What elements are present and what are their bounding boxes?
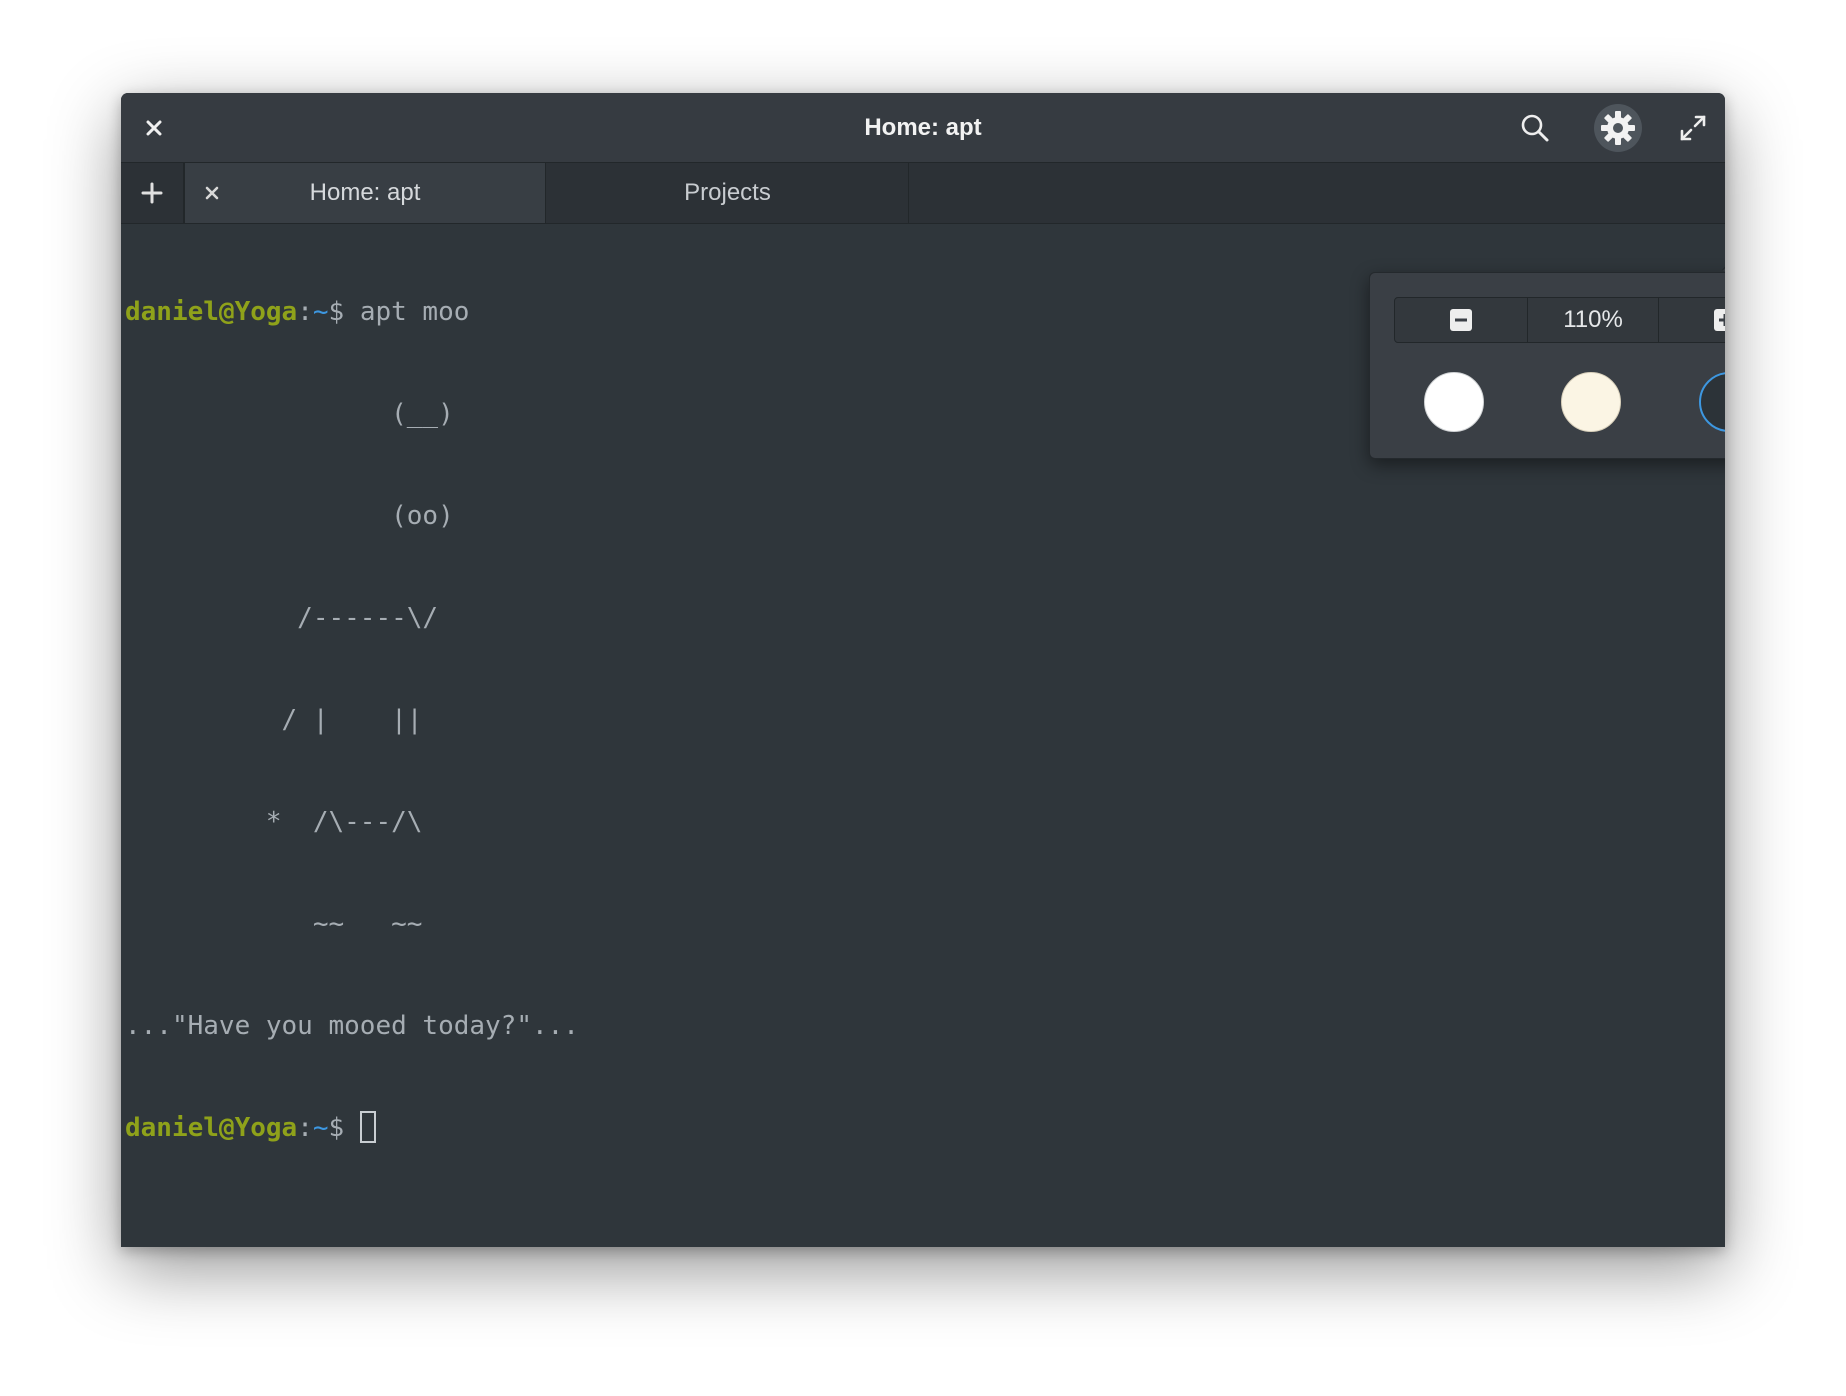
close-icon [205, 186, 219, 200]
settings-popover: 110% [1369, 272, 1725, 459]
tab-home-apt[interactable]: Home: apt [184, 163, 546, 223]
color-scheme-sepia[interactable] [1561, 372, 1621, 432]
prompt-user: daniel@Yoga [125, 1113, 298, 1143]
plus-icon [141, 182, 163, 204]
tab-label: Home: apt [309, 179, 421, 206]
output-line: ..."Have you mooed today?"... [125, 1011, 579, 1041]
search-button[interactable] [1516, 109, 1554, 147]
prompt-path: ~ [312, 297, 329, 327]
prompt-user: daniel@Yoga [125, 297, 298, 327]
terminal-window: Home: apt Home: apt Projects daniel@Yoga… [121, 93, 1725, 1247]
color-scheme-dark[interactable] [1699, 372, 1725, 432]
prompt-separator: : [297, 297, 313, 327]
prompt-separator: : [297, 1113, 313, 1143]
fullscreen-button[interactable] [1674, 109, 1712, 147]
tab-projects[interactable]: Projects [547, 163, 909, 223]
output-line: * /\---/\ [125, 807, 423, 837]
prompt-line: daniel@Yoga:~$ [125, 1111, 1715, 1145]
prompt-symbol: $ [328, 1113, 360, 1143]
minus-icon [1449, 309, 1472, 331]
zoom-level-button[interactable]: 110% [1528, 298, 1659, 342]
zoom-in-button[interactable] [1658, 298, 1725, 342]
settings-button[interactable] [1594, 104, 1642, 152]
tab-label: Projects [684, 179, 771, 206]
prompt-path: ~ [312, 1113, 329, 1143]
output-line: /------\/ [125, 603, 439, 633]
text-cursor [359, 1111, 376, 1143]
output-line: (oo) [125, 501, 454, 531]
zoom-out-button[interactable] [1395, 298, 1528, 342]
titlebar: Home: apt [121, 93, 1725, 163]
fullscreen-icon [1680, 115, 1706, 141]
output-line: / | || [125, 705, 423, 735]
zoom-control: 110% [1394, 297, 1725, 343]
window-title: Home: apt [864, 114, 982, 141]
color-scheme-light[interactable] [1424, 372, 1484, 432]
tab-bar: Home: apt Projects [121, 163, 1725, 224]
prompt-symbol: $ [328, 297, 360, 327]
tab-close-button[interactable] [199, 180, 225, 206]
search-icon [1521, 114, 1549, 142]
command-text: apt moo [359, 297, 470, 327]
new-tab-button[interactable] [121, 163, 184, 223]
output-line: ~~ ~~ [125, 909, 423, 939]
plus-icon [1714, 309, 1725, 331]
gear-icon [1601, 111, 1635, 145]
